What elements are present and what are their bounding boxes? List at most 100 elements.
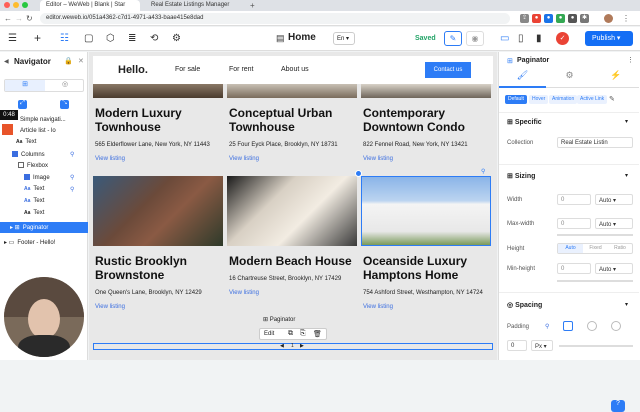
collapse-all-icon[interactable]: ⤡ bbox=[60, 100, 69, 109]
components-icon[interactable]: ⬡ bbox=[106, 33, 115, 44]
listing-image-2[interactable] bbox=[227, 84, 357, 98]
view-listing-link[interactable]: View listing bbox=[229, 156, 259, 162]
listing-image-6[interactable] bbox=[361, 176, 491, 246]
settings-tab-icon[interactable]: ⚙ bbox=[546, 70, 593, 88]
puzzle-icon[interactable]: ✱ bbox=[580, 14, 589, 23]
record-stop-icon[interactable] bbox=[2, 124, 13, 135]
contact-us-button[interactable]: Contact us bbox=[425, 62, 471, 78]
nav-item-footer[interactable]: ▸ ▭ Footer - Hello! bbox=[0, 237, 88, 248]
edit-button[interactable]: Edit bbox=[264, 331, 274, 337]
link-icon[interactable]: ⚲ bbox=[545, 323, 549, 330]
layers-icon[interactable]: ☷ bbox=[60, 33, 69, 44]
maxwidth-unit-select[interactable]: Auto ▾ bbox=[595, 218, 633, 229]
selection-handle[interactable] bbox=[355, 170, 362, 177]
nav-item-article-list[interactable]: Article list - lo bbox=[0, 126, 88, 137]
close-window-icon[interactable] bbox=[4, 2, 10, 8]
tablet-view-icon[interactable]: ▯ bbox=[518, 33, 524, 44]
pages-icon[interactable]: ▢ bbox=[84, 33, 93, 44]
bind-icon[interactable]: ⚲ bbox=[481, 168, 485, 175]
collapse-icon[interactable]: ◀ bbox=[4, 58, 9, 65]
chevron-down-icon[interactable]: ▾ bbox=[625, 118, 628, 125]
minimize-window-icon[interactable] bbox=[13, 2, 19, 8]
collection-select[interactable]: Real Estate Listin bbox=[557, 137, 633, 148]
nav-item-text[interactable]: Aa Text bbox=[0, 137, 88, 148]
panel-menu-icon[interactable]: ⋮ bbox=[627, 56, 634, 64]
profile-avatar[interactable] bbox=[604, 14, 613, 23]
browser-menu-icon[interactable]: ⋮ bbox=[622, 14, 630, 23]
nav-item-flexbox[interactable]: Flexbox bbox=[0, 160, 88, 171]
close-icon[interactable]: ✕ bbox=[78, 57, 84, 65]
trash-icon[interactable]: 🗑 bbox=[313, 330, 322, 338]
listing-image-4[interactable] bbox=[93, 176, 223, 246]
padding-axis-icon[interactable] bbox=[587, 321, 597, 331]
edit-mode-icon[interactable]: ✎ bbox=[444, 31, 462, 46]
chevron-down-icon[interactable]: ▾ bbox=[625, 301, 628, 308]
lock-icon[interactable]: 🔒 bbox=[64, 57, 73, 65]
paginator-prev-icon[interactable]: ◀ bbox=[280, 343, 284, 349]
nav-item-paginator[interactable]: ▸ ⊞ Paginator bbox=[0, 222, 88, 233]
nav-item-image[interactable]: Image ⚲ bbox=[0, 172, 88, 183]
nav-link-for-rent[interactable]: For rent bbox=[229, 66, 254, 73]
nav-link-for-sale[interactable]: For sale bbox=[175, 66, 200, 73]
copy-icon[interactable]: ⎘ bbox=[300, 330, 306, 338]
minheight-unit-select[interactable]: Auto ▾ bbox=[595, 263, 633, 274]
reload-icon[interactable]: ↻ bbox=[26, 14, 33, 23]
width-unit-select[interactable]: Auto ▾ bbox=[595, 194, 633, 205]
settings-icon[interactable]: ⚙ bbox=[172, 33, 181, 44]
view-listing-link[interactable]: View listing bbox=[95, 156, 125, 162]
listing-image-1[interactable] bbox=[93, 84, 223, 98]
nav-item-text[interactable]: Aa Text bbox=[0, 196, 88, 207]
view-listing-link[interactable]: View listing bbox=[229, 290, 259, 296]
help-icon[interactable]: ? bbox=[611, 400, 625, 412]
section-sizing[interactable]: ⊞ Sizing bbox=[507, 172, 535, 180]
tree-view-icon[interactable]: ⊞ bbox=[5, 80, 45, 91]
state-animation[interactable]: Animation bbox=[549, 95, 578, 104]
view-listing-link[interactable]: View listing bbox=[363, 304, 393, 310]
padding-slider[interactable] bbox=[559, 345, 633, 347]
language-select[interactable]: En ▾ bbox=[333, 32, 355, 45]
paginator-element[interactable]: ◀ 1 ▶ bbox=[93, 343, 493, 350]
extension-red-icon[interactable]: ● bbox=[532, 14, 541, 23]
paginator-next-icon[interactable]: ▶ bbox=[300, 343, 304, 349]
padding-all-icon[interactable] bbox=[563, 321, 573, 331]
preview-icon[interactable]: ◉ bbox=[466, 31, 484, 46]
back-icon[interactable]: ← bbox=[4, 14, 12, 23]
extension-blue-icon[interactable]: ● bbox=[544, 14, 553, 23]
width-input[interactable]: 0 bbox=[557, 194, 591, 205]
share-icon[interactable]: ⇪ bbox=[520, 14, 529, 23]
edit-states-icon[interactable]: ✎ bbox=[609, 95, 615, 103]
minheight-input[interactable]: 0 bbox=[557, 263, 591, 274]
extension-green-icon[interactable]: ● bbox=[556, 14, 565, 23]
minheight-slider[interactable] bbox=[557, 280, 633, 282]
workflows-icon[interactable]: ⟲ bbox=[150, 33, 158, 44]
browser-tab-listings[interactable]: Real Estate Listings Manager bbox=[145, 0, 245, 11]
listing-image-3[interactable] bbox=[361, 84, 491, 98]
page-title[interactable]: Home bbox=[288, 32, 316, 43]
padding-unit-select[interactable]: Px ▾ bbox=[531, 340, 553, 351]
nav-link-about-us[interactable]: About us bbox=[281, 66, 309, 73]
height-ratio-option[interactable]: Ratio bbox=[608, 244, 632, 253]
duplicate-icon[interactable]: ⧉ bbox=[288, 330, 293, 338]
state-active-link[interactable]: Active Link bbox=[577, 95, 608, 104]
maxwidth-slider[interactable] bbox=[557, 234, 633, 236]
user-avatar[interactable]: ✓ bbox=[556, 32, 569, 45]
height-fixed-option[interactable]: Fixed bbox=[583, 244, 608, 253]
new-tab-icon[interactable]: + bbox=[250, 1, 255, 10]
section-spacing[interactable]: ◎ Spacing bbox=[507, 301, 542, 309]
menu-icon[interactable]: ☰ bbox=[8, 33, 17, 44]
editor-canvas[interactable]: Hello. For sale For rent About us Contac… bbox=[89, 52, 497, 360]
listing-image-5[interactable] bbox=[227, 176, 357, 246]
nav-item-columns[interactable]: Columns ⚲ bbox=[0, 149, 88, 160]
chevron-down-icon[interactable]: ▾ bbox=[625, 172, 628, 179]
data-icon[interactable]: ≣ bbox=[128, 33, 136, 44]
section-specific[interactable]: ⊞ Specific bbox=[507, 118, 542, 126]
state-hover[interactable]: Hover bbox=[529, 95, 549, 104]
mobile-view-icon[interactable]: ▮ bbox=[536, 33, 542, 44]
url-field[interactable]: editor.weweb.io/051a4362-c7d1-4971-a433-… bbox=[40, 13, 510, 24]
site-brand[interactable]: Hello. bbox=[118, 64, 148, 76]
add-icon[interactable]: + bbox=[34, 31, 41, 45]
publish-button[interactable]: Publish ▾ bbox=[585, 31, 633, 46]
flat-view-icon[interactable]: ◎ bbox=[45, 80, 85, 91]
maximize-window-icon[interactable] bbox=[22, 2, 28, 8]
extension-dark-icon[interactable]: ● bbox=[568, 14, 577, 23]
